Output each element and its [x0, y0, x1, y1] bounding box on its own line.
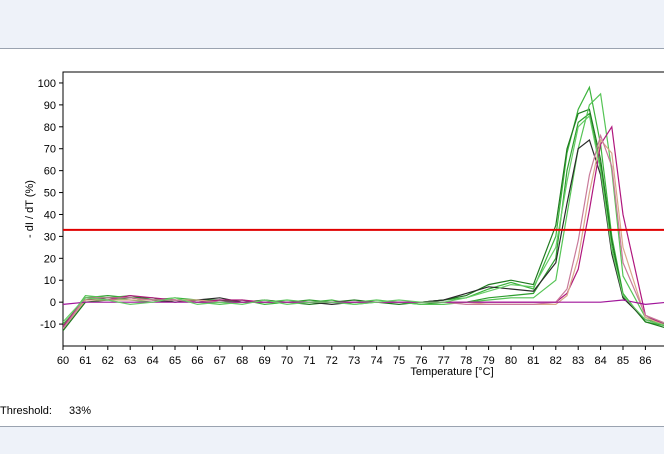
- x-tick-label: 62: [102, 355, 114, 367]
- bottom-panel: [0, 426, 664, 454]
- series-line-10: [63, 114, 664, 326]
- y-tick-label: 40: [44, 209, 56, 221]
- threshold-label: Threshold:: [0, 405, 52, 417]
- y-tick-label: 30: [44, 231, 56, 243]
- y-tick-label: 10: [44, 275, 56, 287]
- melt-curve-chart: 100 90 80 70 60 50 40 30 20 10 0 -10 60 61 62 63 64 65 66 6…: [0, 49, 664, 425]
- series-line-6: [63, 125, 664, 327]
- series-line-2: [63, 85, 664, 327]
- x-tick-label: 68: [236, 355, 248, 367]
- y-tick-label: 20: [44, 253, 56, 265]
- series-line-8: [63, 133, 664, 329]
- x-tick-label: 75: [393, 355, 405, 367]
- plot-layer: 1009080706050403020100-1060 61 62 63 64 65 66 6…: [24, 71, 664, 378]
- x-tick-label: 72: [326, 355, 338, 367]
- x-tick-label: 84: [594, 355, 606, 367]
- x-tick-label: 85: [617, 355, 629, 367]
- plot-frame: [62, 71, 664, 347]
- y-tick-label: -10: [40, 319, 56, 331]
- x-tick-label: 82: [550, 355, 562, 367]
- y-tick-label: 80: [44, 122, 56, 134]
- x-tick-label: 86: [639, 355, 651, 367]
- x-tick-label: 73: [348, 355, 360, 367]
- x-tick-label: 81: [527, 355, 539, 367]
- y-tick-label: 60: [44, 166, 56, 178]
- y-tick-label: 90: [44, 100, 56, 112]
- y-tick-label: 70: [44, 144, 56, 156]
- x-tick-label: 61: [79, 355, 91, 367]
- x-tick-label: 60: [57, 355, 69, 367]
- x-tick-label: 80: [505, 355, 517, 367]
- x-tick-label: 70: [281, 355, 293, 367]
- x-tick-label: 66: [191, 355, 203, 367]
- x-tick-label: 65: [169, 355, 181, 367]
- x-axis-label: Temperature [°C]: [410, 366, 493, 378]
- x-tick-label: 67: [214, 355, 226, 367]
- x-tick-label: 64: [146, 355, 158, 367]
- x-tick-label: 74: [370, 355, 382, 367]
- x-tick-label: 83: [572, 355, 584, 367]
- top-panel: [0, 0, 664, 49]
- y-axis-label: - dI / dT (%): [24, 180, 36, 238]
- y-tick-label: 0: [50, 297, 56, 309]
- chart-svg: 1009080706050403020100-1060 61 62 63 64 65 66 6…: [24, 71, 664, 378]
- x-tick-label: 71: [303, 355, 315, 367]
- x-tick-label: 69: [258, 355, 270, 367]
- y-tick-label: 100: [38, 78, 56, 90]
- threshold-value: 33%: [69, 405, 92, 417]
- y-tick-label: 50: [44, 188, 56, 200]
- x-tick-label: 63: [124, 355, 136, 367]
